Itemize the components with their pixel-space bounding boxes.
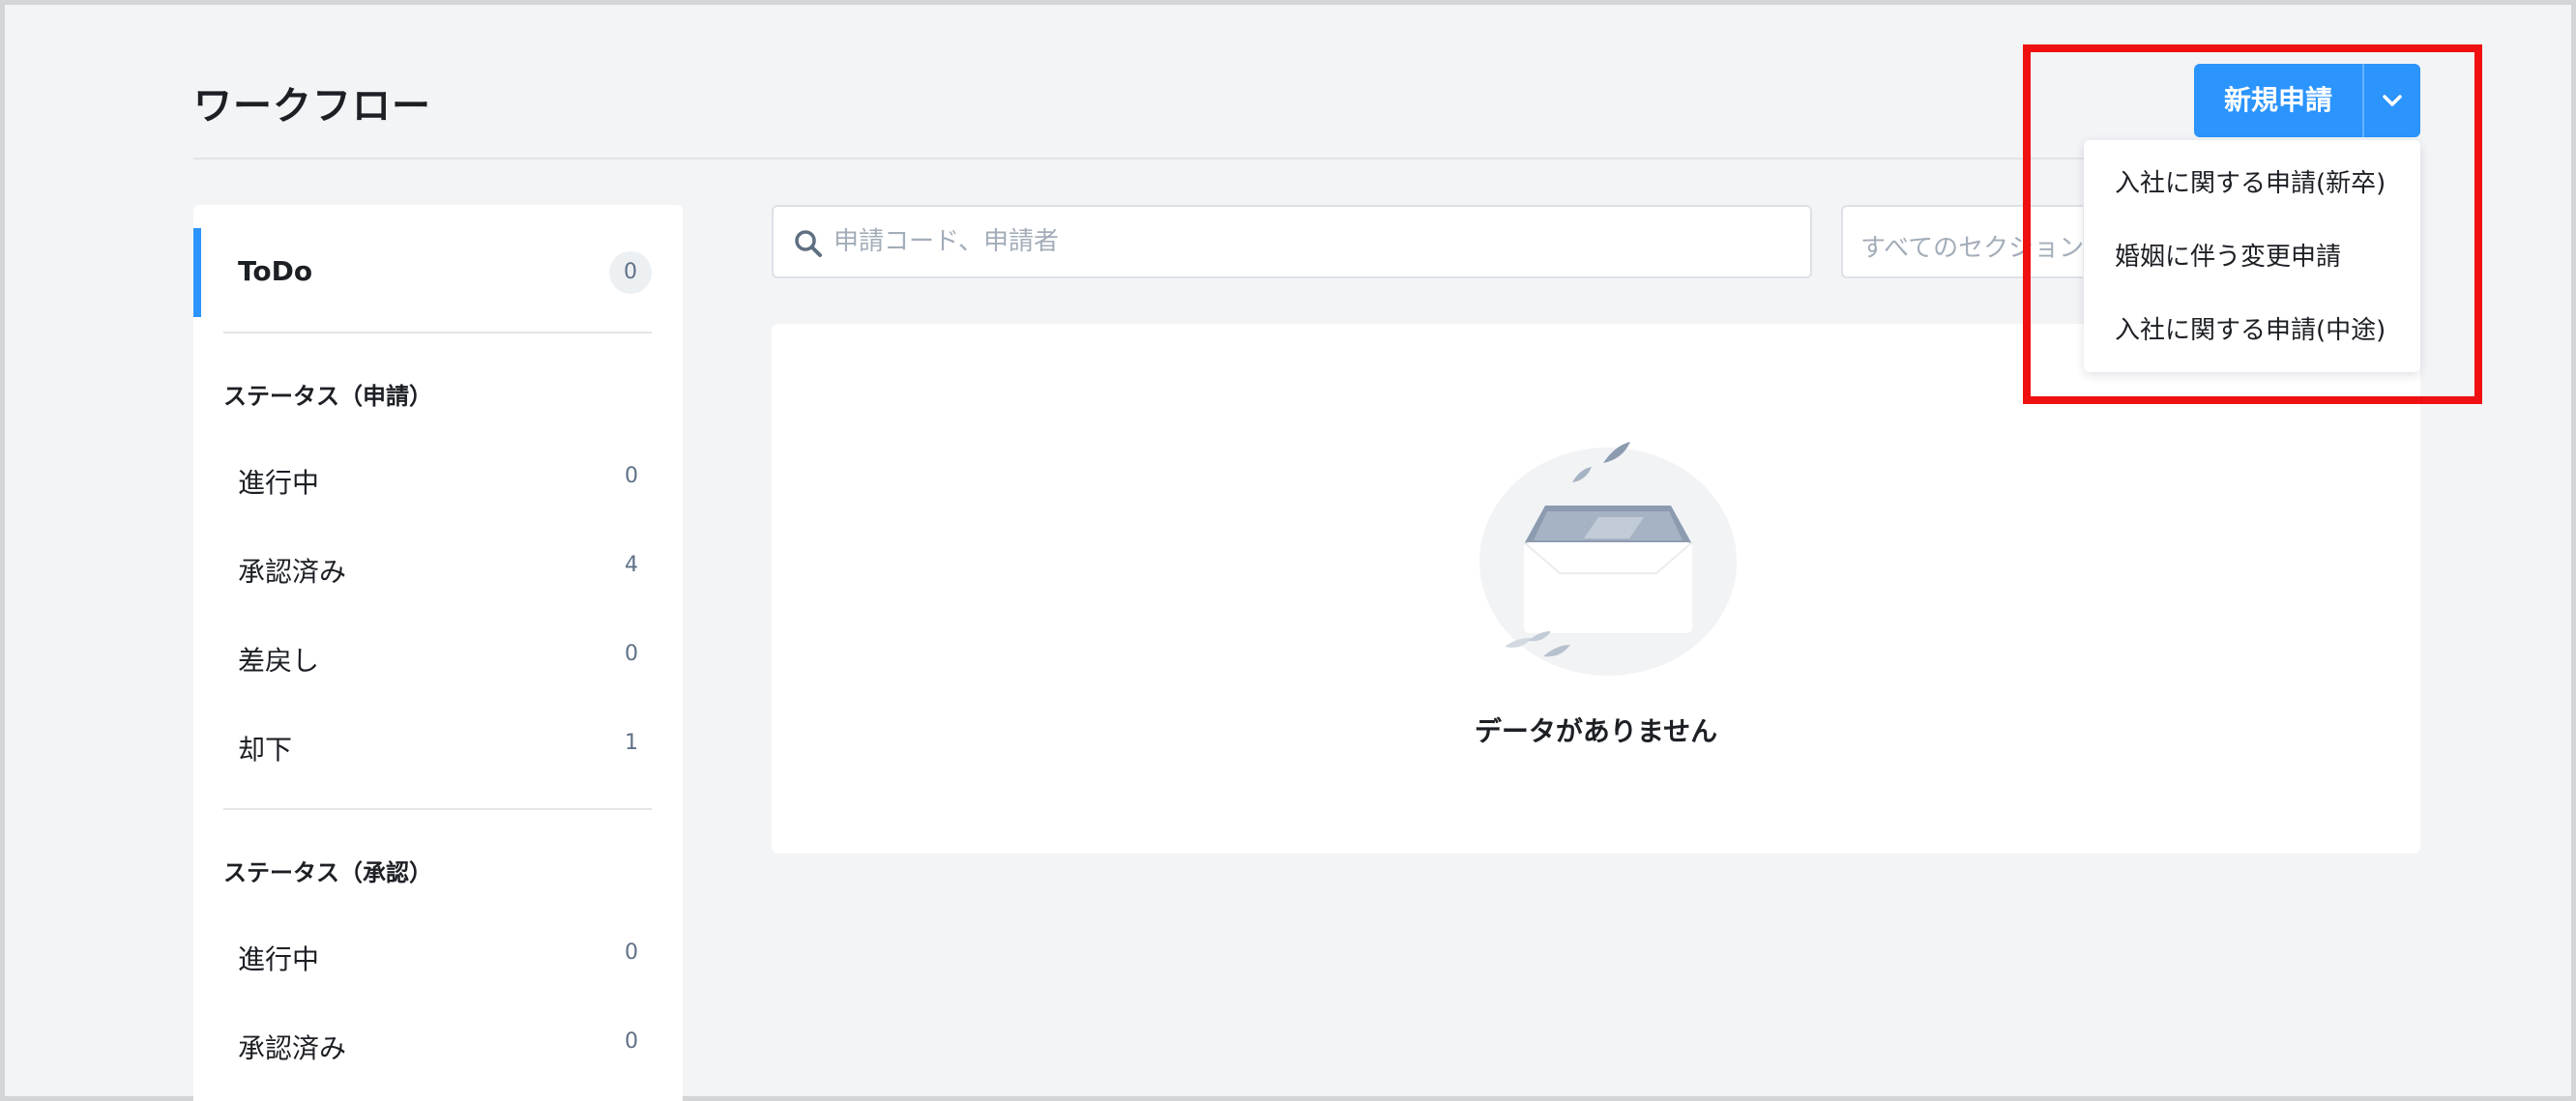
- sidebar-divider: [223, 808, 652, 810]
- search-box: [772, 205, 1812, 278]
- active-indicator: [193, 228, 201, 317]
- sidebar-item-approval-in-progress[interactable]: 進行中 0: [193, 925, 683, 983]
- results-card: データがありません: [772, 324, 2420, 854]
- new-request-dropdown-toggle[interactable]: [2364, 64, 2420, 137]
- menu-item-new-graduate-hire[interactable]: 入社に関する申請(新卒): [2084, 152, 2420, 216]
- section-filter-select[interactable]: すべてのセクション: [1841, 205, 2083, 278]
- page-title: ワークフロー: [193, 84, 431, 129]
- sidebar-item-count: 1: [625, 731, 638, 755]
- sidebar-item-application-in-progress[interactable]: 進行中 0: [193, 449, 683, 507]
- status-sidebar: ToDo 0 ステータス（申請） 進行中 0 承認済み 4 差戻し 0 却下 1…: [193, 205, 683, 1101]
- sidebar-divider: [223, 332, 652, 333]
- search-icon: [795, 230, 822, 257]
- sidebar-item-application-returned[interactable]: 差戻し 0: [193, 626, 683, 684]
- sidebar-item-application-rejected[interactable]: 却下 1: [193, 715, 683, 773]
- section-heading-application-status: ステータス（申請）: [223, 383, 432, 410]
- sidebar-item-label: 承認済み: [238, 1032, 347, 1064]
- sidebar-item-todo[interactable]: ToDo 0: [193, 228, 683, 317]
- menu-item-marriage-change[interactable]: 婚姻に伴う変更申請: [2084, 225, 2420, 289]
- chevron-down-icon: [2383, 95, 2402, 106]
- sidebar-item-approval-approved[interactable]: 承認済み 0: [193, 1014, 683, 1072]
- sidebar-item-count: 0: [625, 464, 638, 488]
- app-frame: ワークフロー ToDo 0 ステータス（申請） 進行中 0 承認済み 4 差戻し…: [0, 0, 2576, 1101]
- search-input[interactable]: [834, 218, 1781, 265]
- new-request-button[interactable]: 新規申請: [2194, 64, 2362, 137]
- sidebar-item-count: 0: [625, 941, 638, 965]
- sidebar-item-label: 承認済み: [238, 556, 347, 588]
- sidebar-item-label: ToDo: [238, 255, 313, 287]
- new-request-menu: 入社に関する申請(新卒) 婚姻に伴う変更申請 入社に関する申請(中途): [2084, 140, 2420, 372]
- section-heading-approval-status: ステータス（承認）: [223, 859, 432, 886]
- empty-state-message: データがありません: [1474, 715, 1718, 747]
- section-filter-placeholder: すべてのセクション: [1860, 234, 2083, 263]
- menu-item-mid-career-hire[interactable]: 入社に関する申請(中途): [2084, 299, 2420, 362]
- sidebar-item-label: 進行中: [238, 943, 320, 975]
- sidebar-item-count: 0: [625, 1029, 638, 1054]
- sidebar-item-label: 差戻し: [238, 645, 320, 677]
- sidebar-item-label: 却下: [238, 734, 293, 766]
- sidebar-item-count: 0: [625, 642, 638, 666]
- sidebar-item-count: 4: [625, 553, 638, 577]
- empty-inbox-icon: [1479, 442, 1737, 676]
- sidebar-item-label: 進行中: [238, 467, 320, 499]
- count-badge: 0: [609, 251, 652, 294]
- sidebar-item-application-approved[interactable]: 承認済み 4: [193, 537, 683, 595]
